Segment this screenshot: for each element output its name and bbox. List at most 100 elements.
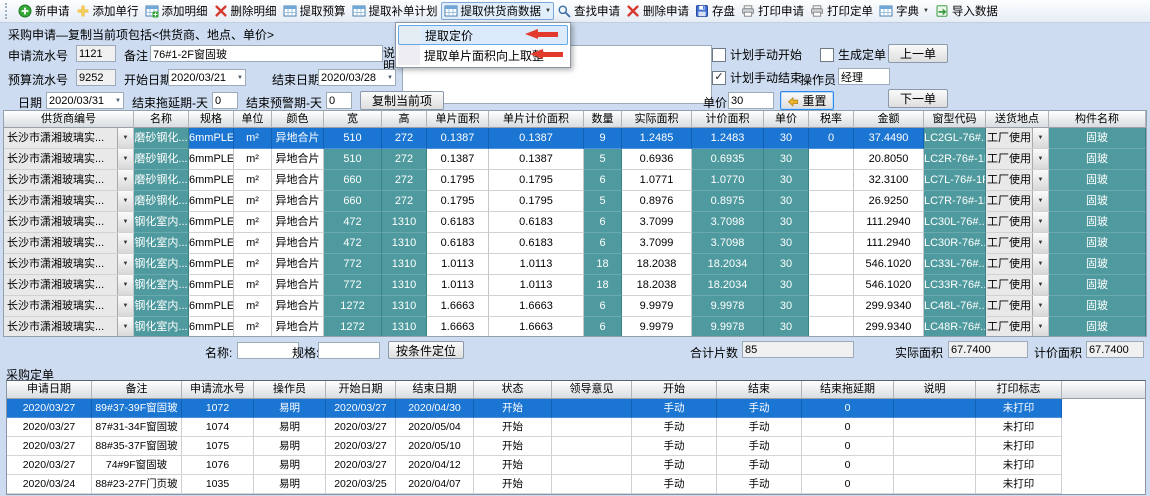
column-header-amount[interactable]: 金额 <box>854 111 924 128</box>
column-header-supplier[interactable]: 供货商编号 <box>4 111 134 128</box>
chevron-down-icon[interactable]: ▼ <box>117 149 133 169</box>
cell-supplier[interactable]: 长沙市潇湘玻璃实...▼ <box>4 296 134 317</box>
cell-delivery-location[interactable]: 工厂使用▼ <box>986 170 1049 191</box>
copy-current-button[interactable]: 复制当前项 <box>360 91 444 110</box>
table-row[interactable]: 长沙市潇湘玻璃实...▼磨砂钢化...6mmPLE...m²异地合片660272… <box>4 170 1146 191</box>
column-header-start-date[interactable]: 开始日期 <box>326 381 396 399</box>
table-row[interactable]: 长沙市潇湘玻璃实...▼钢化室内...6mmPLE...m²异地合片127213… <box>4 317 1146 337</box>
cell-delivery-location[interactable]: 工厂使用▼ <box>986 296 1049 317</box>
previous-order-button[interactable]: 上一单 <box>888 44 948 63</box>
cell-delivery-location[interactable]: 工厂使用▼ <box>986 149 1049 170</box>
cell-supplier[interactable]: 长沙市潇湘玻璃实...▼ <box>4 254 134 275</box>
chevron-down-icon[interactable]: ▼ <box>1032 212 1048 232</box>
cell-delivery-location[interactable]: 工厂使用▼ <box>986 233 1049 254</box>
chevron-down-icon[interactable]: ▼ <box>1032 128 1048 148</box>
table-row[interactable]: 长沙市潇湘玻璃实...▼磨砂钢化...6mmPLE...m²异地合片510272… <box>4 149 1146 170</box>
chevron-down-icon[interactable]: ▼ <box>1032 275 1048 295</box>
date-combo[interactable]: 2020/03/31▼ <box>46 92 124 109</box>
cell-supplier[interactable]: 长沙市潇湘玻璃实...▼ <box>4 275 134 296</box>
chevron-down-icon[interactable]: ▼ <box>1032 149 1048 169</box>
table-row[interactable]: 长沙市潇湘玻璃实...▼钢化室内...6mmPLE...m²异地合片472131… <box>4 212 1146 233</box>
order-row[interactable]: 2020/03/2488#23-27F门页玻1035易明2020/03/2520… <box>7 475 1062 494</box>
cell-delivery-location[interactable]: 工厂使用▼ <box>986 275 1049 296</box>
toolbar-button-add-row[interactable]: 添加单行 <box>73 2 142 20</box>
cell-supplier[interactable]: 长沙市潇湘玻璃实...▼ <box>4 212 134 233</box>
request-no-field[interactable] <box>76 45 116 62</box>
column-header-delivery-location[interactable]: 送货地点 <box>986 111 1049 128</box>
column-header-leader-opinion[interactable]: 领导意见 <box>552 381 632 399</box>
column-header-height[interactable]: 高 <box>382 111 427 128</box>
column-header-actual-area[interactable]: 实际面积 <box>622 111 692 128</box>
column-header-print-flag[interactable]: 打印标志 <box>976 381 1062 399</box>
cell-supplier[interactable]: 长沙市潇湘玻璃实...▼ <box>4 170 134 191</box>
table-row[interactable]: 长沙市潇湘玻璃实...▼磨砂钢化...6mmPLE...m²异地合片660272… <box>4 191 1146 212</box>
table-row[interactable]: 长沙市潇湘玻璃实...▼钢化室内...6mmPLE...m²异地合片772131… <box>4 275 1146 296</box>
toolbar-button-extract-budget[interactable]: 提取预算 <box>280 2 349 20</box>
column-header-component-name[interactable]: 构件名称 <box>1049 111 1146 128</box>
chevron-down-icon[interactable]: ▼ <box>117 317 133 337</box>
column-header-remark[interactable]: 备注 <box>92 381 182 399</box>
order-row[interactable]: 2020/03/2787#31-34F窗固玻1074易明2020/03/2720… <box>7 418 1062 437</box>
column-header-name[interactable]: 名称 <box>134 111 189 128</box>
remark-field[interactable] <box>150 45 383 62</box>
cell-supplier[interactable]: 长沙市潇湘玻璃实...▼ <box>4 128 134 149</box>
cell-delivery-location[interactable]: 工厂使用▼ <box>986 191 1049 212</box>
unit-price-field[interactable] <box>728 92 774 109</box>
column-header-apply-no[interactable]: 申请流水号 <box>182 381 254 399</box>
toolbar-button-delete-detail[interactable]: 删除明细 <box>211 2 280 20</box>
table-row[interactable]: 长沙市潇湘玻璃实...▼磨砂钢化...6mmPLE...m²异地合片510272… <box>4 128 1146 149</box>
column-header-note[interactable]: 说明 <box>894 381 976 399</box>
column-header-end-date[interactable]: 结束日期 <box>396 381 474 399</box>
column-header-apply-date[interactable]: 申请日期 <box>7 381 92 399</box>
toolbar-button-dictionary[interactable]: 字典▼ <box>876 2 932 20</box>
reset-button[interactable]: 重置 <box>780 91 834 110</box>
budget-no-field[interactable] <box>76 69 116 86</box>
delay-days-field[interactable] <box>212 92 238 109</box>
cell-supplier[interactable]: 长沙市潇湘玻璃实...▼ <box>4 317 134 337</box>
table-row[interactable]: 长沙市潇湘玻璃实...▼钢化室内...6mmPLE...m²异地合片772131… <box>4 254 1146 275</box>
cell-delivery-location[interactable]: 工厂使用▼ <box>986 317 1049 337</box>
column-header-qty[interactable]: 数量 <box>584 111 622 128</box>
chevron-down-icon[interactable]: ▼ <box>117 170 133 190</box>
column-header-unit-price[interactable]: 单价 <box>764 111 809 128</box>
manual-start-checkbox[interactable]: 计划手动开始 <box>712 46 802 63</box>
chevron-down-icon[interactable]: ▼ <box>1032 170 1048 190</box>
chevron-down-icon[interactable]: ▼ <box>117 233 133 253</box>
column-header-color[interactable]: 颜色 <box>272 111 324 128</box>
column-header-spec[interactable]: 规格 <box>189 111 234 128</box>
cell-delivery-location[interactable]: 工厂使用▼ <box>986 212 1049 233</box>
cell-supplier[interactable]: 长沙市潇湘玻璃实...▼ <box>4 191 134 212</box>
column-header-piece-area[interactable]: 单片面积 <box>427 111 489 128</box>
column-header-start[interactable]: 开始 <box>632 381 717 399</box>
chevron-down-icon[interactable]: ▼ <box>117 191 133 211</box>
column-header-window-code[interactable]: 窗型代码 <box>924 111 986 128</box>
column-header-width[interactable]: 宽 <box>324 111 382 128</box>
order-row[interactable]: 2020/03/2788#35-37F窗固玻1075易明2020/03/2720… <box>7 437 1062 456</box>
toolbar-button-search-request[interactable]: 查找申请 <box>554 2 623 20</box>
locate-by-condition-button[interactable]: 按条件定位 <box>388 341 464 359</box>
toolbar-button-print-order[interactable]: 打印定单 <box>807 2 876 20</box>
cell-supplier[interactable]: 长沙市潇湘玻璃实...▼ <box>4 149 134 170</box>
chevron-down-icon[interactable]: ▼ <box>1032 191 1048 211</box>
start-date-combo[interactable]: 2020/03/21▼ <box>168 69 246 86</box>
toolbar-button-add-detail[interactable]: 添加明细 <box>142 2 211 20</box>
cell-supplier[interactable]: 长沙市潇湘玻璃实...▼ <box>4 233 134 254</box>
chevron-down-icon[interactable]: ▼ <box>1032 317 1048 337</box>
column-header-status[interactable]: 状态 <box>474 381 552 399</box>
chevron-down-icon[interactable]: ▼ <box>117 254 133 274</box>
next-order-button[interactable]: 下一单 <box>888 89 948 108</box>
toolbar-button-extract-supplier-data[interactable]: 提取供货商数据▼ <box>441 2 554 20</box>
chevron-down-icon[interactable]: ▼ <box>1032 254 1048 274</box>
cell-delivery-location[interactable]: 工厂使用▼ <box>986 128 1049 149</box>
toolbar-button-save[interactable]: 存盘 <box>692 2 738 20</box>
operator-field[interactable] <box>838 68 890 85</box>
chevron-down-icon[interactable]: ▼ <box>117 212 133 232</box>
toolbar-button-import-data[interactable]: 导入数据 <box>932 2 1001 20</box>
column-header-tax-rate[interactable]: 税率 <box>809 111 854 128</box>
toolbar-button-new-request[interactable]: 新申请 <box>15 2 73 20</box>
manual-end-checkbox[interactable]: 计划手动结束 <box>712 69 802 86</box>
column-header-end[interactable]: 结束 <box>717 381 802 399</box>
order-row[interactable]: 2020/03/2789#37-39F窗固玻1072易明2020/03/2720… <box>7 399 1062 418</box>
cell-delivery-location[interactable]: 工厂使用▼ <box>986 254 1049 275</box>
chevron-down-icon[interactable]: ▼ <box>117 128 133 148</box>
